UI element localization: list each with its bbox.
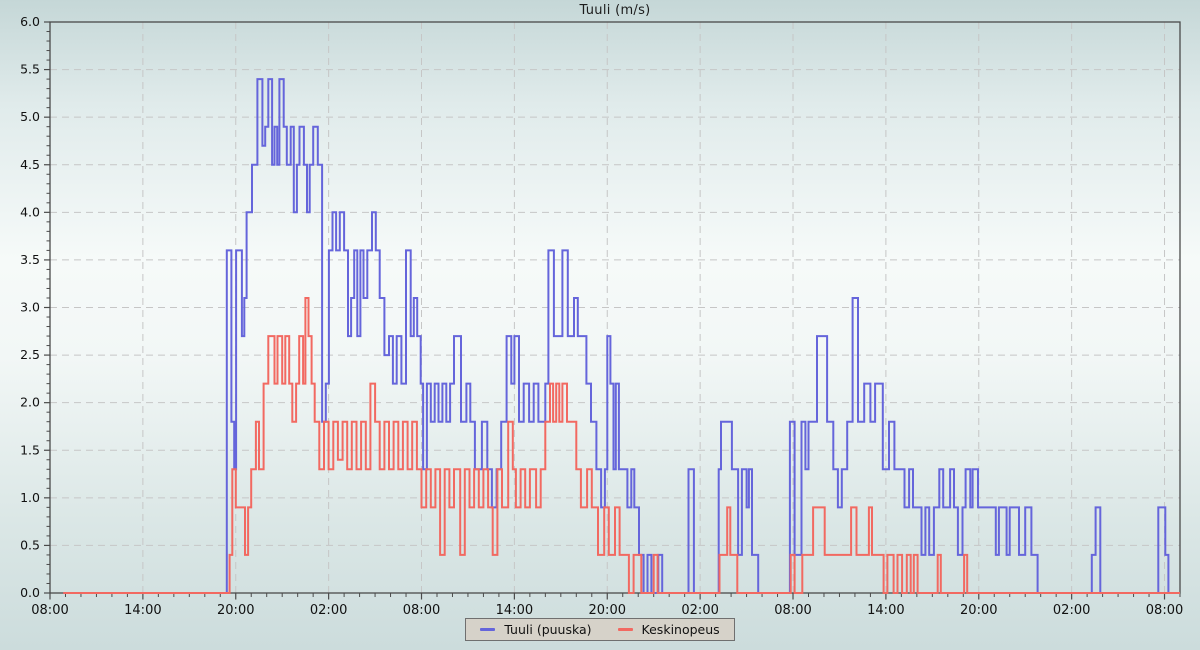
y-tick-label: 5.5 [20,62,40,77]
average-line-icon [618,628,633,631]
y-tick-label: 2.5 [20,347,40,362]
gust-line-icon [480,628,495,631]
x-tick-label: 20:00 [589,603,626,618]
x-tick-label: 14:00 [867,603,904,618]
y-tick-label: 3.0 [20,300,40,315]
y-tick-label: 0.5 [20,537,40,552]
y-tick-label: 5.0 [20,109,40,124]
x-tick-label: 14:00 [124,603,161,618]
x-tick-label: 08:00 [1146,603,1183,618]
legend-item-average: Keskinopeus [618,622,720,637]
y-tick-label: 4.0 [20,204,40,219]
x-tick-label: 14:00 [496,603,533,618]
x-tick-label: 08:00 [31,603,68,618]
y-tick-label: 3.5 [20,252,40,267]
chart-legend: Tuuli (puuska) Keskinopeus [0,618,1200,641]
legend-label-gust: Tuuli (puuska) [504,622,591,637]
legend-label-average: Keskinopeus [642,622,720,637]
y-tick-label: 4.5 [20,157,40,172]
legend-item-gust: Tuuli (puuska) [480,622,591,637]
x-tick-label: 20:00 [960,603,997,618]
y-tick-label: 2.0 [20,395,40,410]
y-tick-label: 1.0 [20,490,40,505]
gust-series-line [63,79,1180,593]
x-tick-label: 08:00 [403,603,440,618]
x-tick-label: 08:00 [774,603,811,618]
y-tick-label: 1.5 [20,442,40,457]
legend-box: Tuuli (puuska) Keskinopeus [465,618,734,641]
x-tick-label: 20:00 [217,603,254,618]
y-tick-label: 6.0 [20,14,40,29]
x-tick-label: 02:00 [681,603,718,618]
chart-plot-svg: 0.0 0.5 1.0 1.5 2.0 2.5 3.0 3.5 4.0 4.5 5.0 5.5 6.0 0… [0,0,1200,650]
y-tick-label: 0.0 [20,585,40,600]
x-tick-label: 02:00 [310,603,347,618]
x-tick-label: 02:00 [1053,603,1090,618]
wind-chart: Tuuli (m/s) 0.00.51.01.52.02.53.03.54.04… [0,0,1200,650]
